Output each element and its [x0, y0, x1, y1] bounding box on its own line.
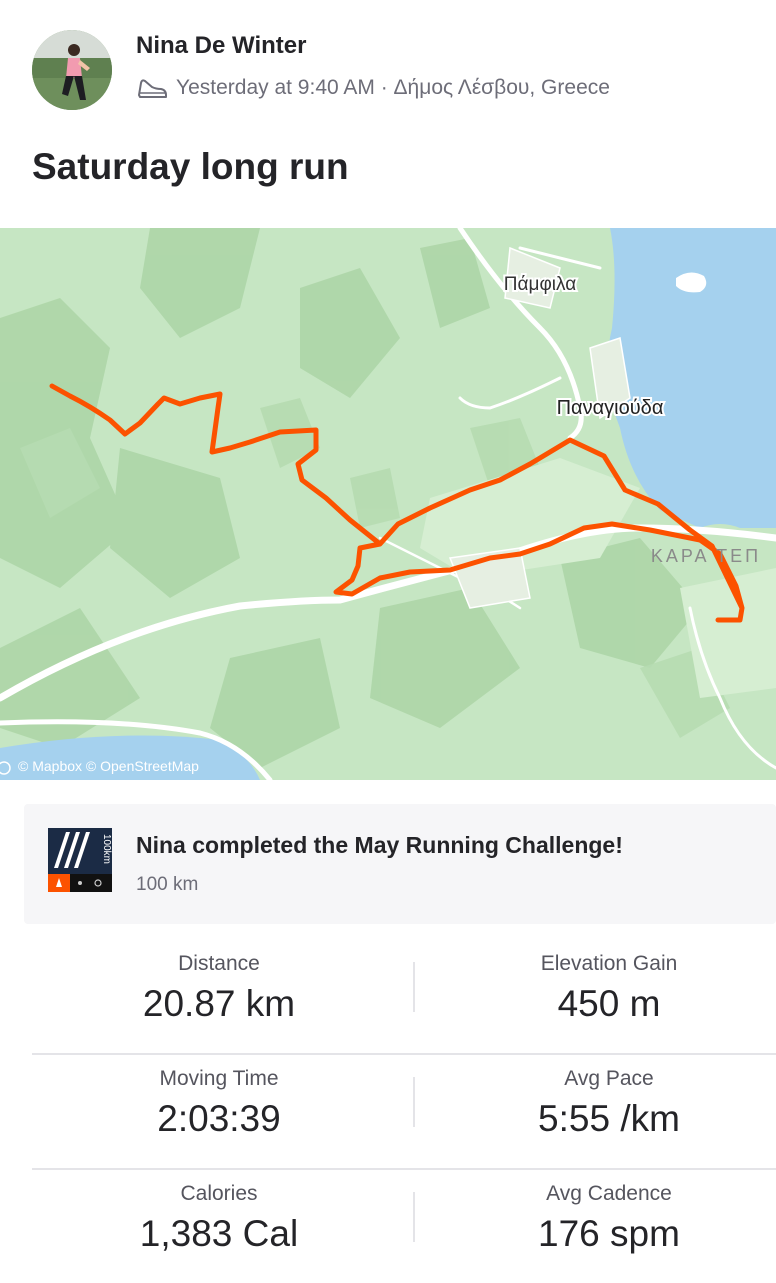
- challenge-subtitle: 100 km: [136, 874, 199, 895]
- stat-value: 1,383 Cal: [139, 1213, 299, 1254]
- map-attribution[interactable]: © Mapbox © OpenStreetMap: [18, 758, 199, 774]
- stat-avg-pace: Avg Pace 5:55 /km: [414, 1065, 776, 1143]
- map-label-pamfila: Πάμφιλα: [504, 274, 576, 295]
- stat-value: 176 spm: [538, 1213, 680, 1254]
- map-label-karatepe: ΚΑΡΑ ΤΕΠ: [651, 546, 761, 566]
- stat-value: 5:55 /km: [538, 1098, 680, 1139]
- shoe-icon: [138, 79, 167, 98]
- stat-moving-time: Moving Time 2:03:39: [32, 1065, 406, 1143]
- stats-row: Calories 1,383 Cal Avg Cadence 176 spm: [32, 1170, 776, 1283]
- stat-label: Moving Time: [159, 1067, 279, 1090]
- stat-label: Avg Cadence: [546, 1182, 672, 1205]
- stats-row: Moving Time 2:03:39 Avg Pace 5:55 /km: [32, 1055, 776, 1170]
- challenge-badge-icon: 100km: [48, 828, 112, 892]
- stat-avg-cadence: Avg Cadence 176 spm: [414, 1180, 776, 1258]
- activity-header: Nina De Winter Yesterday at 9:40 AM · Δή…: [0, 0, 776, 228]
- avatar[interactable]: [32, 30, 112, 110]
- stat-label: Avg Pace: [564, 1067, 654, 1090]
- stat-label: Elevation Gain: [540, 952, 678, 975]
- challenge-title: Nina completed the May Running Challenge…: [136, 832, 623, 858]
- route-map[interactable]: Πάμφιλα Παναγιούδα ΚΑΡΑ ΤΕΠ © Mapbox © O…: [0, 228, 776, 780]
- athlete-name[interactable]: Nina De Winter: [136, 32, 306, 60]
- stats-row: Distance 20.87 km Elevation Gain 450 m: [32, 940, 776, 1055]
- stat-label: Calories: [180, 1182, 258, 1205]
- stat-distance: Distance 20.87 km: [32, 950, 406, 1028]
- stat-calories: Calories 1,383 Cal: [32, 1180, 406, 1258]
- stats-grid: Distance 20.87 km Elevation Gain 450 m M…: [32, 940, 776, 1283]
- stat-label: Distance: [178, 952, 260, 975]
- stat-value: 450 m: [557, 983, 661, 1024]
- activity-meta: Yesterday at 9:40 AM · Δήμος Λέσβου, Gre…: [136, 74, 610, 102]
- activity-title[interactable]: Saturday long run: [32, 146, 349, 188]
- timestamp-location: Yesterday at 9:40 AM · Δήμος Λέσβου, Gre…: [176, 76, 610, 99]
- badge-text: 100km: [101, 834, 112, 864]
- map-label-panagiouda: Παναγιούδα: [557, 397, 664, 419]
- stat-elevation-gain: Elevation Gain 450 m: [414, 950, 776, 1028]
- stat-value: 20.87 km: [142, 983, 296, 1024]
- stat-value: 2:03:39: [157, 1098, 281, 1139]
- challenge-card[interactable]: 100km Nina completed the May Running Cha…: [24, 804, 776, 924]
